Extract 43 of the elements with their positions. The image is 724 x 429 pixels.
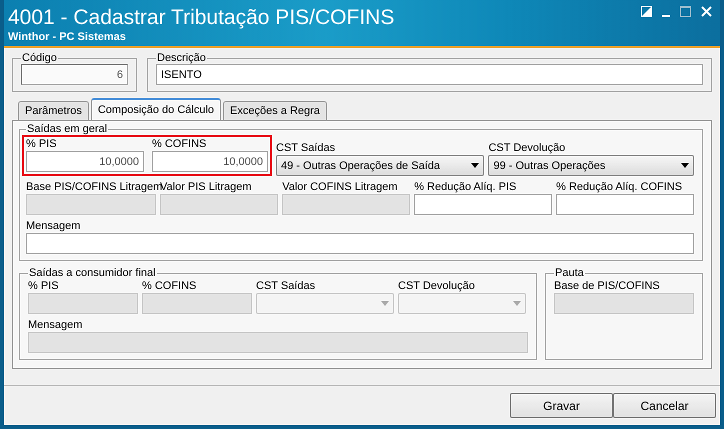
input-field[interactable]: 6 [21,64,128,85]
group-title: Código [21,52,58,64]
field-label: % PIS [26,137,57,151]
input-field[interactable] [26,233,694,254]
window-title: 4001 - Cadastrar Tributação PIS/COFINS [8,6,394,30]
tab[interactable]: Exceções a Regra [223,101,327,120]
field-label: Mensagem [28,318,82,332]
field-label: Valor PIS Litragem [160,180,252,194]
field-label: % COFINS [152,137,206,151]
caret-icon [681,163,689,168]
close-icon[interactable] [701,6,712,17]
caret-icon [471,163,480,168]
window-subtitle: Winthor - PC Sistemas [8,31,126,43]
field-label: % PIS [28,279,59,293]
field-label: CST Saídas [256,279,316,293]
field-label: % Redução Alíq. COFINS [556,180,682,194]
field-label: CST Saídas [276,141,336,155]
dropdown[interactable]: 99 - Outras Operações [488,155,694,176]
field-label: Base de PIS/COFINS [554,279,660,293]
field-label: CST Devolução [488,141,566,155]
field-label: Valor COFINS Litragem [282,180,398,194]
input-field[interactable] [414,194,552,215]
restore-icon[interactable] [641,6,652,17]
group-title: Saídas em geral [26,123,108,135]
field-label: Mensagem [26,219,80,233]
cancel-button[interactable]: Cancelar [613,393,716,418]
maximize-icon[interactable] [680,6,691,17]
input-field[interactable]: 10,0000 [26,151,144,172]
dropdown[interactable]: 49 - Outras Operações de Saída [276,155,484,176]
input-field[interactable]: 10,0000 [152,151,268,172]
caret-icon [513,301,521,306]
field-label: % Redução Alíq. PIS [414,180,516,194]
tab[interactable]: Composição do Cálculo [90,98,222,120]
field-label: CST Devolução [398,279,475,293]
save-button[interactable]: Gravar [510,393,613,418]
tab[interactable]: Parâmetros [18,101,89,120]
input-field[interactable] [556,194,694,215]
group-title: Descrição [156,52,207,64]
field-label: % COFINS [142,279,196,293]
input-field[interactable]: ISENTO [156,64,703,85]
group-title: Saídas a consumidor final [28,267,157,279]
group-title: Pauta [554,267,585,279]
caret-icon [381,301,389,306]
